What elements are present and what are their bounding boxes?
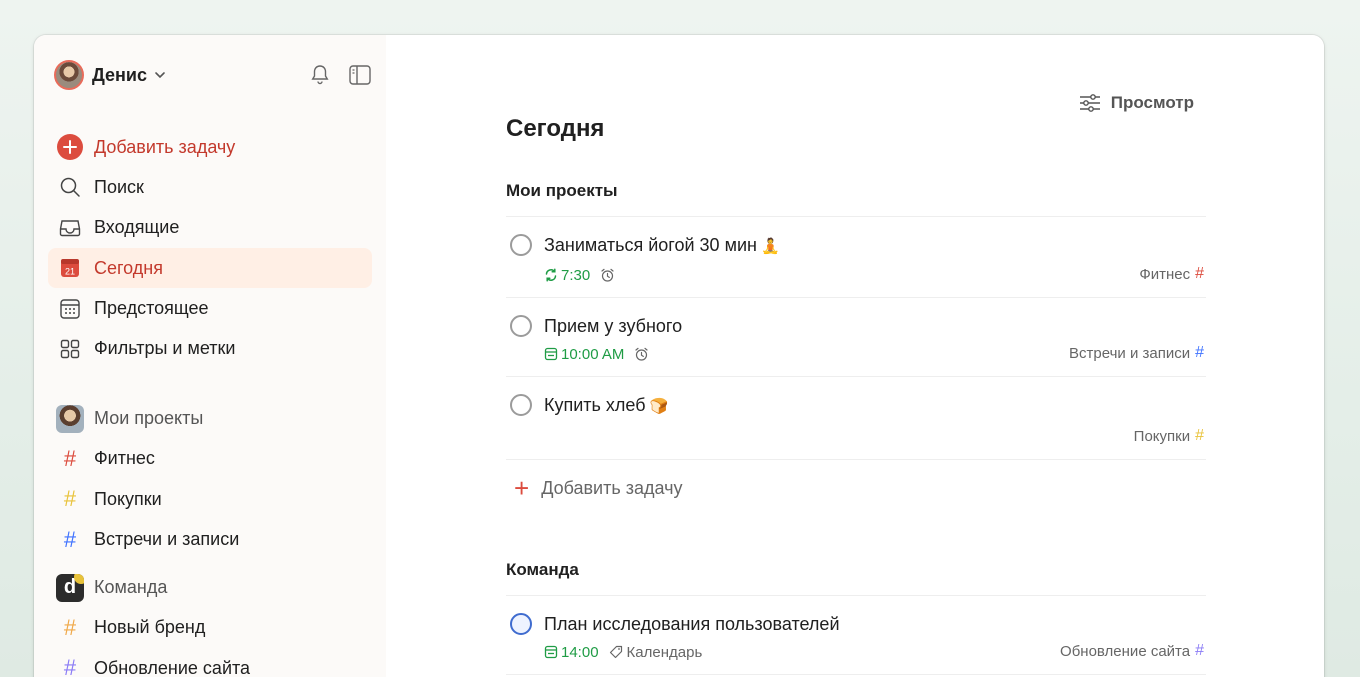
sidebar-nav: Добавить задачу Поиск Входящие 21 Сегодн… [48,127,372,677]
hash-icon: # [63,526,77,552]
task-project[interactable]: Обновление сайта # [1060,642,1204,660]
sidebar-section-my-projects[interactable]: Мои проекты [48,399,372,439]
sliders-icon [1079,94,1100,112]
sidebar-item-project-fitness[interactable]: # Фитнес [48,439,372,479]
sidebar-item-search[interactable]: Поиск [48,167,372,207]
calendar-icon [544,645,558,659]
page-title: Сегодня [506,115,605,142]
hash-icon: # [1195,344,1204,361]
calendar-grid-icon [56,295,84,323]
sidebar-item-inbox[interactable]: Входящие [48,208,372,248]
sidebar-item-label: Покупки [94,488,162,509]
sidebar-add-task-label: Добавить задачу [94,136,236,157]
sidebar-item-label: Встречи и записи [94,529,240,550]
sidebar-item-label: Новый бренд [94,617,206,638]
recurring-icon [545,268,557,282]
task-row[interactable]: Купить хлеб 🍞 Покупки # [506,377,1206,460]
hash-icon: # [1195,427,1204,444]
group-title-my-projects: Мои проекты [506,177,1206,217]
sidebar-toggle-icon[interactable] [348,63,372,87]
alarm-icon[interactable] [634,347,653,362]
sidebar-item-label: Поиск [94,176,144,197]
calendar-today-icon: 21 [56,254,84,282]
app-window: Денис Добавить задачу Поиск Входящие 21 … [34,35,1324,677]
sidebar-item-label: Предстоящее [94,298,209,319]
task-emoji: 🧘 [760,238,780,255]
task-checkbox[interactable] [510,613,532,635]
task-project[interactable]: Фитнес # [1139,265,1204,283]
bell-icon[interactable] [308,63,332,87]
task-title: Заниматься йогой 30 мин [544,235,757,255]
hash-icon: # [1195,642,1204,659]
plus-icon: + [514,473,530,503]
task-checkbox[interactable] [510,394,532,416]
task-project[interactable]: Покупки # [1134,427,1204,445]
task-list: Мои проекты Заниматься йогой 30 мин 🧘 7:3… [506,177,1206,675]
add-task-label: Добавить задачу [541,477,683,498]
avatar [56,404,84,433]
add-circle-icon [56,133,84,161]
sidebar-item-label: Сегодня [94,257,163,278]
hash-icon: # [63,486,77,512]
avatar [54,60,84,90]
task-checkbox[interactable] [510,315,532,337]
sidebar-item-label: Фитнес [94,448,155,469]
team-avatar: d [56,573,84,602]
hash-icon: # [63,445,77,471]
section-label: Мои проекты [94,408,204,429]
sidebar-item-label: Входящие [94,217,180,238]
sidebar-section-team[interactable]: d Команда [48,568,372,608]
task-title: Купить хлеб [544,395,646,415]
task-emoji: 🍞 [649,398,669,415]
task-title: План исследования пользователей [544,614,840,634]
inbox-icon [56,214,84,242]
main-content: Просмотр Сегодня Мои проекты Заниматься … [386,35,1324,677]
task-due-time[interactable]: 7:30 [544,267,590,284]
task-due-time[interactable]: 14:00 [544,644,599,661]
sidebar-item-filters[interactable]: Фильтры и метки [48,329,372,369]
add-task-button[interactable]: + Добавить задачу [506,460,1206,516]
task-label[interactable]: Календарь [609,644,702,661]
alarm-icon[interactable] [600,268,619,283]
view-button[interactable]: Просмотр [1079,93,1194,113]
svg-text:21: 21 [65,267,75,277]
task-checkbox[interactable] [510,234,532,256]
section-label: Команда [94,577,168,598]
calendar-icon [544,347,558,361]
sidebar-item-project-new-brand[interactable]: # Новый бренд [48,608,372,648]
hash-icon: # [1195,265,1204,282]
sidebar: Денис Добавить задачу Поиск Входящие 21 … [34,35,386,677]
sidebar-item-label: Обновление сайта [94,657,251,677]
view-button-label: Просмотр [1110,93,1194,112]
sidebar-item-label: Фильтры и метки [94,338,236,359]
sidebar-item-project-meetings[interactable]: # Встречи и записи [48,520,372,560]
sidebar-add-task[interactable]: Добавить задачу [48,127,372,167]
sidebar-item-upcoming[interactable]: Предстоящее [48,289,372,329]
group-title-team: Команда [506,556,1206,596]
sidebar-item-project-site-update[interactable]: # Обновление сайта [48,648,372,677]
search-icon [56,173,84,201]
task-project[interactable]: Встречи и записи # [1069,344,1204,362]
hash-icon: # [63,614,77,640]
tag-icon [609,645,622,659]
task-row[interactable]: Прием у зубного 10:00 AM Встречи и запис… [506,298,1206,377]
task-row[interactable]: План исследования пользователей 14:00 Ка… [506,596,1206,675]
chevron-down-icon [155,72,165,79]
hash-icon: # [63,655,77,677]
task-due-time[interactable]: 10:00 AM [544,346,624,363]
task-row[interactable]: Заниматься йогой 30 мин 🧘 7:30 Фитнес # [506,217,1206,298]
sidebar-item-project-shopping[interactable]: # Покупки [48,479,372,519]
sidebar-item-today[interactable]: 21 Сегодня [48,248,372,289]
filters-grid-icon [56,335,84,363]
user-name: Денис [92,64,148,85]
task-title: Прием у зубного [544,316,683,336]
